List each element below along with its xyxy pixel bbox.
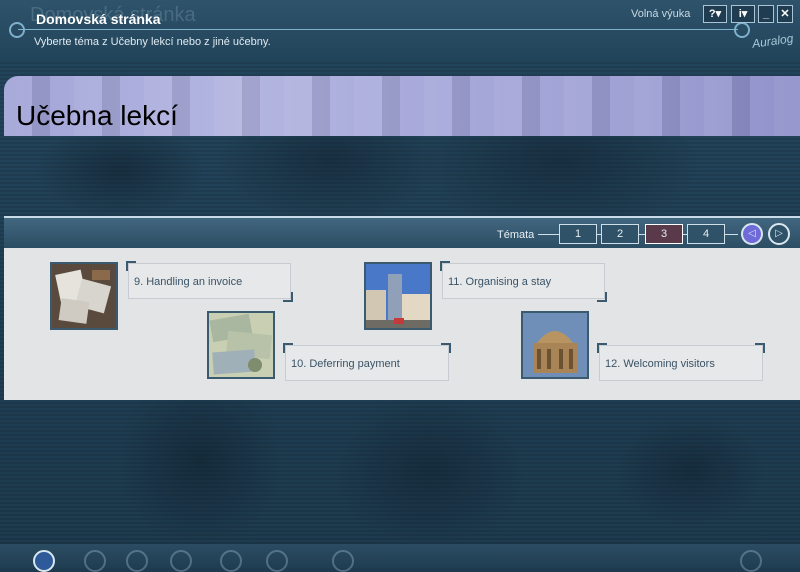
classroom-icon[interactable] bbox=[126, 550, 148, 572]
info-button[interactable]: i▾ bbox=[731, 5, 755, 23]
invoice-papers-image[interactable] bbox=[50, 262, 118, 330]
minimize-button[interactable]: _ bbox=[758, 5, 774, 23]
header-ring-icon bbox=[734, 22, 750, 38]
classroom-icon[interactable] bbox=[266, 550, 288, 572]
domed-building-image[interactable] bbox=[521, 311, 589, 379]
topic-page-4[interactable]: 4 bbox=[687, 224, 725, 244]
corner-mark bbox=[755, 343, 765, 353]
corner-mark bbox=[441, 343, 451, 353]
next-page-icon[interactable]: ▷ bbox=[768, 223, 790, 245]
classroom-icon[interactable] bbox=[740, 550, 762, 572]
lesson-item-11[interactable]: 11. Organising a stay bbox=[442, 263, 605, 299]
home-icon[interactable] bbox=[33, 550, 55, 572]
corner-mark bbox=[597, 292, 607, 302]
city-buildings-image[interactable] bbox=[364, 262, 432, 330]
lesson-item-9[interactable]: 9. Handling an invoice bbox=[128, 263, 291, 299]
close-button[interactable]: ✕ bbox=[777, 5, 793, 23]
lesson-item-10[interactable]: 10. Deferring payment bbox=[285, 345, 449, 381]
classroom-icon[interactable] bbox=[220, 550, 242, 572]
topics-label: Témata bbox=[497, 229, 535, 241]
mode-label: Volná výuka bbox=[631, 8, 691, 20]
lesson-item-12[interactable]: 12. Welcoming visitors bbox=[599, 345, 763, 381]
header-ring-icon bbox=[9, 22, 25, 38]
corner-mark bbox=[283, 292, 293, 302]
corner-mark bbox=[283, 343, 293, 353]
header-divider bbox=[18, 29, 738, 30]
classroom-icon[interactable] bbox=[170, 550, 192, 572]
topic-page-2[interactable]: 2 bbox=[601, 224, 639, 244]
prev-page-icon[interactable]: ◁ bbox=[741, 223, 763, 245]
page-subtitle: Vyberte téma z Učebny lekcí nebo z jiné … bbox=[34, 36, 271, 48]
classroom-icon[interactable] bbox=[84, 550, 106, 572]
help-button[interactable]: ?▾ bbox=[703, 5, 727, 23]
banknotes-image[interactable] bbox=[207, 311, 275, 379]
topic-page-3[interactable]: 3 bbox=[645, 224, 683, 244]
page-title: Domovská stránka bbox=[36, 11, 161, 27]
classroom-icon[interactable] bbox=[332, 550, 354, 572]
banner-title: Učebna lekcí bbox=[16, 100, 178, 131]
topic-page-1[interactable]: 1 bbox=[559, 224, 597, 244]
bottom-toolbar bbox=[0, 544, 800, 568]
corner-mark bbox=[597, 343, 607, 353]
